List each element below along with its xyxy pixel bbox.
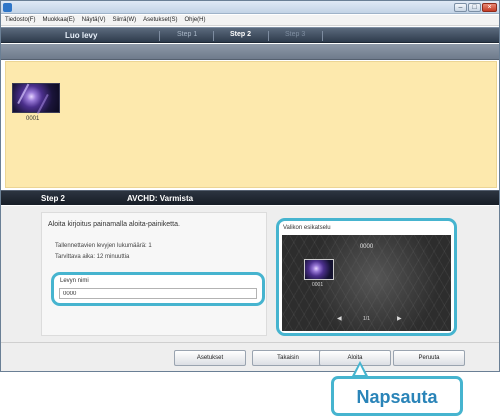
status-bar: Step 2 AVCHD: Varmista (1, 190, 499, 205)
previous-page-icon: ◀ (337, 316, 342, 322)
instruction-heading: Aloita kirjoitus painamalla aloita-paini… (48, 221, 180, 228)
step-bar: Luo levy Step 1 Step 2 Step 3 (1, 27, 499, 43)
minimize-button[interactable]: – (454, 3, 467, 12)
step-divider (322, 31, 323, 41)
disc-name-label: Levyn nimi (60, 278, 89, 284)
menu-item-file[interactable]: Tiedosto(F) (5, 15, 35, 25)
tab-step-1: Step 1 (177, 31, 198, 38)
callout-pointer (352, 361, 368, 376)
selected-clips-area: 0001 (5, 61, 497, 188)
clip-thumbnail (12, 83, 60, 113)
confirm-panel: Aloita kirjoitus painamalla aloita-paini… (1, 206, 499, 342)
menu-item-move[interactable]: Siirrä(W) (112, 15, 136, 25)
status-step: Step 2 (41, 194, 66, 203)
toolbar-strip (1, 44, 499, 60)
disc-details-panel: Aloita kirjoitus painamalla aloita-paini… (41, 212, 267, 336)
step-divider (268, 31, 269, 41)
menu-thumbnail-label: 0001 (312, 282, 324, 288)
menu-item-edit[interactable]: Muokkaa(E) (42, 15, 74, 25)
maximize-button[interactable]: □ (468, 3, 481, 12)
clip-label: 0001 (26, 116, 40, 122)
button-bar: Asetukset Takaisin Aloita Peruuta (1, 342, 499, 371)
app-icon (3, 3, 12, 12)
menu-title: 0000 (359, 244, 374, 250)
preview-title: Valikon esikatselu (283, 225, 331, 231)
menu-item-settings[interactable]: Asetukset(S) (143, 15, 177, 25)
required-time-text: Tarvittava aika: 12 minuuttia (55, 254, 130, 260)
page-title: Luo levy (65, 31, 98, 40)
clip-item[interactable]: 0001 (12, 83, 60, 127)
disc-name-group: Levyn nimi (51, 272, 265, 306)
disc-count-text: Tallennettavien levyjen lukumäärä: 1 (55, 243, 152, 249)
menu-item-help[interactable]: Ohje(H) (185, 15, 206, 25)
menu-bar: Tiedosto(F) Muokkaa(E) Näytä(V) Siirrä(W… (1, 15, 499, 26)
menu-preview-group: Valikon esikatselu 0000 0001 ◀ 1/1 ▶ (276, 218, 457, 336)
next-page-icon: ▶ (397, 316, 402, 322)
disc-name-input[interactable] (59, 288, 257, 299)
tab-step-3: Step 3 (285, 31, 306, 38)
tab-step-2: Step 2 (230, 31, 252, 38)
callout-text: Napsauta (356, 387, 438, 407)
step-divider (159, 31, 160, 41)
settings-button[interactable]: Asetukset (174, 350, 246, 366)
cancel-button[interactable]: Peruuta (393, 350, 465, 366)
close-button[interactable]: × (482, 3, 497, 12)
menu-preview-screen: 0000 0001 ◀ 1/1 ▶ (282, 235, 451, 331)
title-bar[interactable]: – □ × (1, 1, 499, 14)
preview-page-number: 1/1 (363, 316, 370, 322)
menu-item-view[interactable]: Näytä(V) (82, 15, 106, 25)
step-divider (213, 31, 214, 41)
menu-thumbnail (304, 259, 334, 280)
back-button[interactable]: Takaisin (252, 350, 324, 366)
app-window: – □ × Tiedosto(F) Muokkaa(E) Näytä(V) Si… (0, 0, 500, 372)
click-callout: Napsauta (331, 376, 463, 416)
status-label: AVCHD: Varmista (127, 194, 194, 203)
